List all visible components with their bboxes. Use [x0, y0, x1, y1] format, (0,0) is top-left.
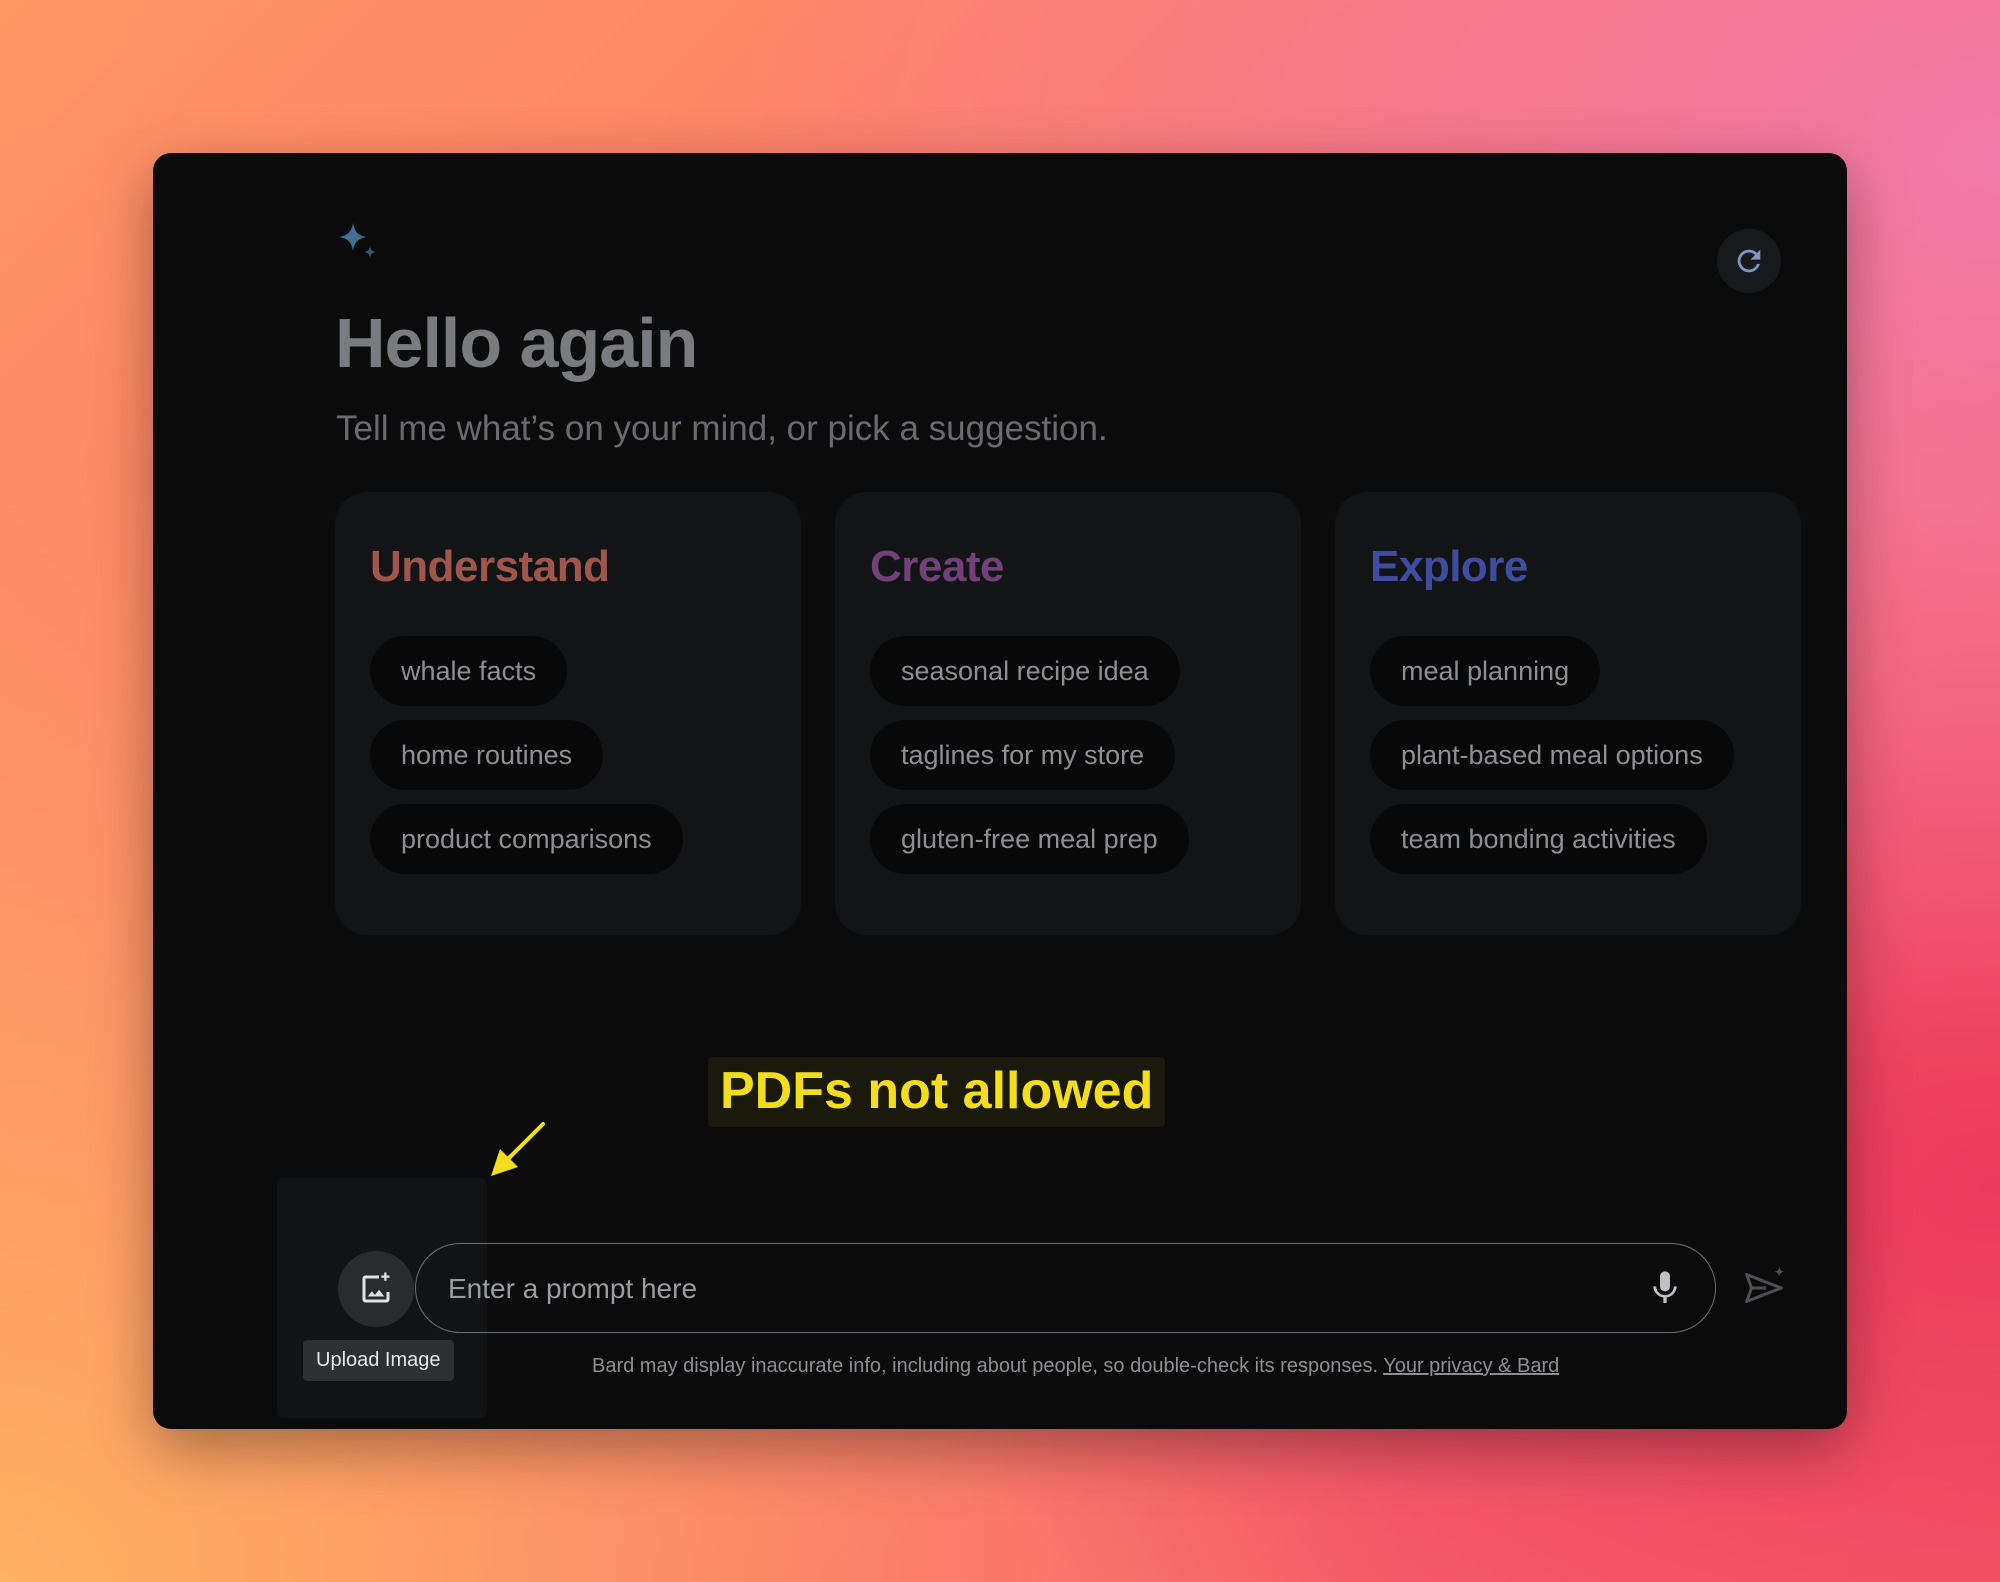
- send-icon[interactable]: [1741, 1265, 1787, 1311]
- refresh-icon: [1737, 249, 1761, 273]
- suggestion-chip[interactable]: meal planning: [1370, 636, 1601, 706]
- bard-window: Hello again Tell me what’s on your mind,…: [153, 153, 1847, 1429]
- page-subtitle: Tell me what’s on your mind, or pick a s…: [336, 409, 1108, 448]
- suggestion-chip[interactable]: taglines for my store: [870, 720, 1176, 790]
- disclaimer-text: Bard may display inaccurate info, includ…: [592, 1355, 1559, 1378]
- suggestion-chip[interactable]: team bonding activities: [1370, 804, 1707, 874]
- annotation-arrow-icon: [491, 1122, 545, 1176]
- suggestion-chip[interactable]: gluten-free meal prep: [870, 804, 1189, 874]
- suggestion-chip[interactable]: whale facts: [370, 636, 568, 706]
- disclaimer-message: Bard may display inaccurate info, includ…: [592, 1355, 1379, 1377]
- card-title: Explore: [1370, 542, 1528, 591]
- card-title: Create: [870, 542, 1004, 591]
- upload-image-button[interactable]: [338, 1251, 414, 1327]
- refresh-button[interactable]: [1717, 229, 1781, 293]
- suggestion-card-understand: Understand whale facts home routines pro…: [335, 492, 801, 935]
- suggestion-card-create: Create seasonal recipe idea taglines for…: [835, 492, 1301, 935]
- suggestion-chip[interactable]: plant-based meal options: [1370, 720, 1734, 790]
- suggestion-chip[interactable]: home routines: [370, 720, 604, 790]
- suggestion-chip[interactable]: seasonal recipe idea: [870, 636, 1180, 706]
- sparkle-icon: [339, 223, 376, 258]
- add-photo-icon: [362, 1272, 390, 1303]
- mic-icon[interactable]: [1645, 1268, 1685, 1308]
- prompt-input[interactable]: [446, 1244, 1600, 1334]
- privacy-link[interactable]: Your privacy & Bard: [1383, 1355, 1559, 1377]
- upload-tooltip: Upload Image: [303, 1340, 454, 1381]
- prompt-bar: [415, 1243, 1716, 1334]
- page-title: Hello again: [335, 304, 698, 382]
- card-title: Understand: [370, 542, 610, 591]
- annotation-label: PDFs not allowed: [708, 1057, 1166, 1127]
- suggestion-chip[interactable]: product comparisons: [370, 804, 683, 874]
- suggestion-card-explore: Explore meal planning plant-based meal o…: [1335, 492, 1801, 935]
